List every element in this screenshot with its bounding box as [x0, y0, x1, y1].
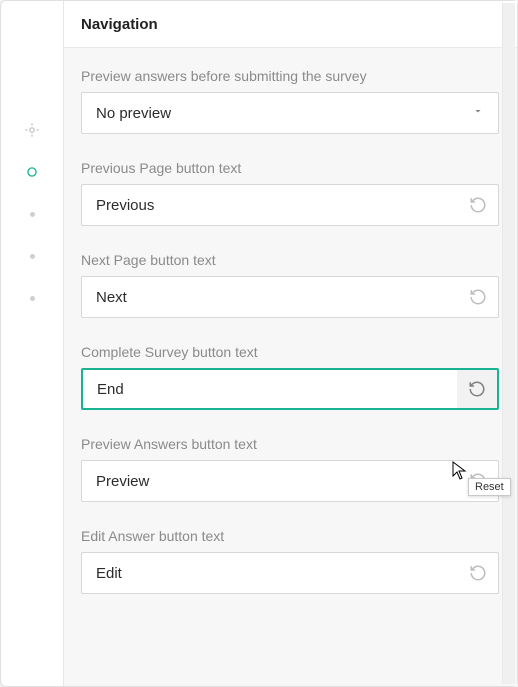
rail-navigation-icon[interactable]	[23, 163, 41, 181]
prev-text-input[interactable]	[82, 185, 458, 225]
section-header[interactable]: Navigation	[63, 1, 517, 48]
reset-button[interactable]	[458, 553, 498, 593]
field-label: Preview answers before submitting the su…	[81, 68, 499, 84]
field-label: Preview Answers button text	[81, 436, 499, 452]
next-text-input-wrap	[81, 276, 499, 318]
complete-text-input-wrap	[81, 368, 499, 410]
complete-text-input[interactable]	[83, 370, 457, 408]
preview-text-input-wrap	[81, 460, 499, 502]
panel: Navigation Preview answers before submit…	[63, 1, 517, 686]
reset-icon	[469, 288, 487, 306]
reset-button[interactable]	[458, 185, 498, 225]
field-next-text: Next Page button text	[81, 252, 499, 318]
scrollbar[interactable]	[502, 3, 515, 684]
field-preview-text: Preview Answers button text	[81, 436, 499, 502]
field-complete-text: Complete Survey button text	[81, 344, 499, 410]
chevron-down-icon	[472, 104, 484, 122]
edit-text-input[interactable]	[82, 553, 458, 593]
section-rail	[1, 1, 63, 686]
section-title: Navigation	[81, 16, 158, 33]
field-prev-text: Previous Page button text	[81, 160, 499, 226]
field-label: Next Page button text	[81, 252, 499, 268]
prev-text-input-wrap	[81, 184, 499, 226]
reset-icon	[469, 196, 487, 214]
select-value: No preview	[96, 105, 472, 122]
reset-button[interactable]	[457, 370, 497, 408]
next-text-input[interactable]	[82, 277, 458, 317]
edit-text-input-wrap	[81, 552, 499, 594]
field-label: Edit Answer button text	[81, 528, 499, 544]
rail-item-3[interactable]	[23, 205, 41, 223]
field-preview-mode: Preview answers before submitting the su…	[81, 68, 499, 134]
section-body: Preview answers before submitting the su…	[63, 48, 517, 686]
settings-panel: Navigation Preview answers before submit…	[0, 0, 518, 687]
rail-item-4[interactable]	[23, 247, 41, 265]
reset-tooltip: Reset	[468, 478, 511, 496]
field-label: Previous Page button text	[81, 160, 499, 176]
preview-text-input[interactable]	[82, 461, 458, 501]
reset-icon	[468, 380, 486, 398]
field-label: Complete Survey button text	[81, 344, 499, 360]
divider	[63, 1, 64, 686]
rail-item-5[interactable]	[23, 289, 41, 307]
field-edit-text: Edit Answer button text	[81, 528, 499, 594]
preview-mode-select[interactable]: No preview	[81, 92, 499, 134]
rail-general-icon[interactable]	[23, 121, 41, 139]
reset-button[interactable]	[458, 277, 498, 317]
reset-icon	[469, 564, 487, 582]
